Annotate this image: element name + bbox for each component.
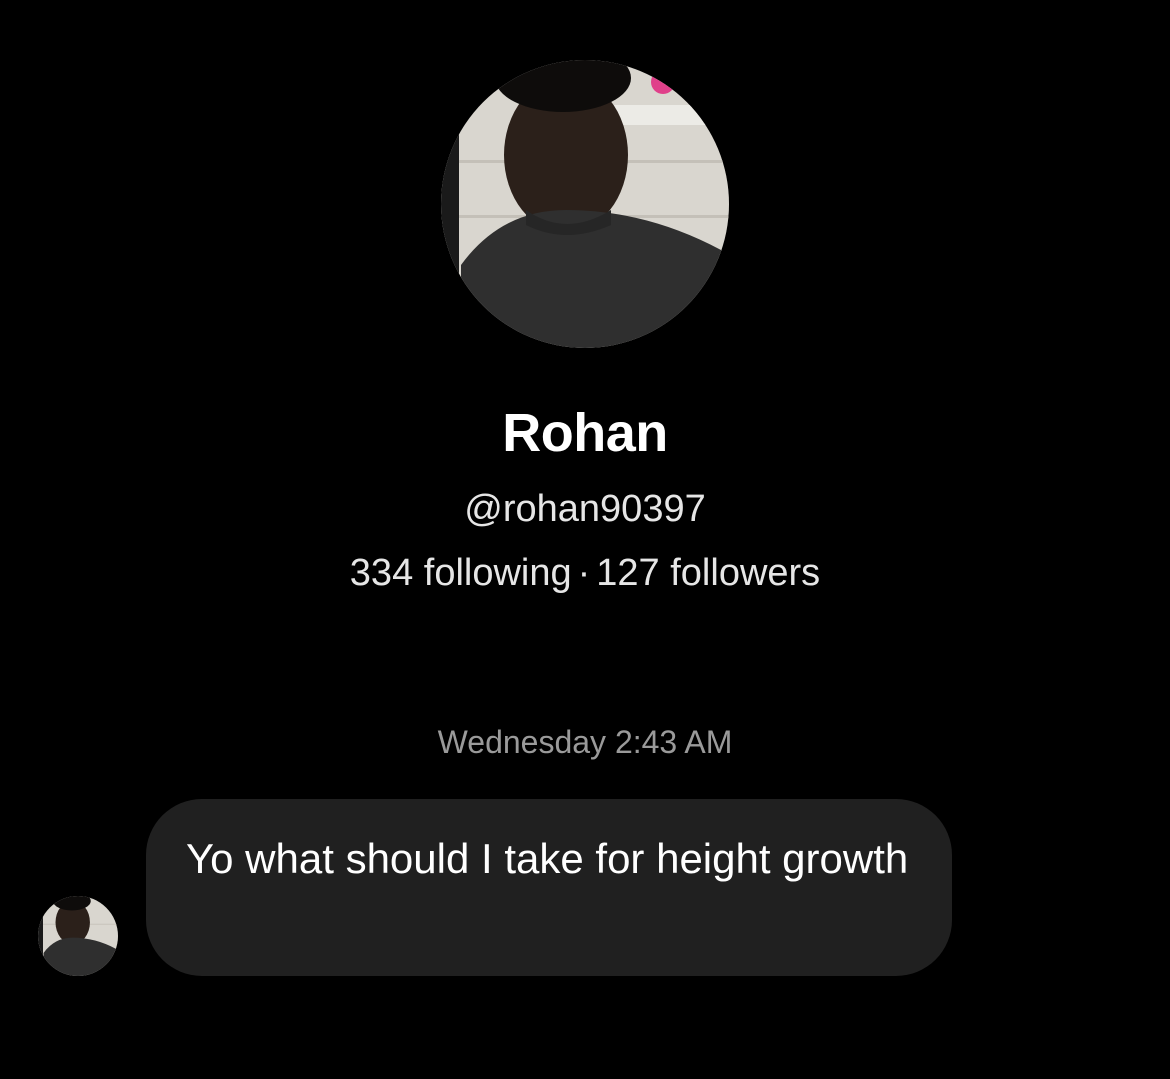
profile-handle: @rohan90397: [464, 488, 706, 530]
message-text: Yo what should I take for height growth: [186, 835, 909, 882]
followers-count[interactable]: 127 followers: [596, 552, 820, 594]
stats-separator: ·: [577, 552, 591, 594]
message-bubble[interactable]: Yo what should I take for height growth: [146, 799, 952, 976]
sender-avatar[interactable]: [38, 896, 118, 976]
sender-photo: [38, 896, 118, 976]
following-count[interactable]: 334 following: [350, 552, 572, 594]
profile-avatar[interactable]: [441, 60, 729, 348]
profile-name: Rohan: [502, 403, 668, 463]
message-timestamp: Wednesday 2:43 AM: [437, 724, 733, 760]
profile-stats: 334 following · 127 followers: [0, 550, 1170, 596]
profile-photo: [441, 60, 729, 348]
